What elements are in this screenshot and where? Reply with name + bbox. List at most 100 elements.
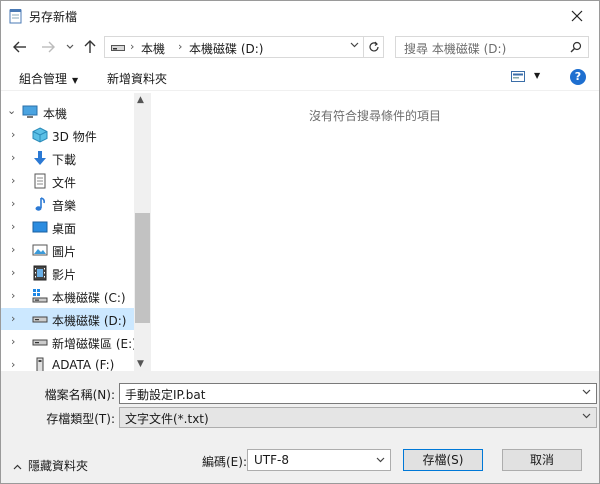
empty-message: 沒有符合搜尋條件的項目	[308, 109, 441, 123]
encoding-select[interactable]: UTF-8	[247, 449, 391, 471]
filetype-value: 文字文件(*.txt)	[125, 412, 209, 426]
filename-label: 檔案名稱(N):	[44, 388, 115, 402]
navigation-pane: ⌄ 本機 › 3D 物件 › 下載 › 文件 › 音樂 › 桌面 › 圖片 › …	[1, 93, 151, 371]
tree-item-downloads[interactable]: › 下載	[1, 147, 134, 169]
filename-value: 手動設定IP.bat	[125, 388, 206, 402]
scroll-up-icon[interactable]: ▲	[137, 95, 144, 105]
search-box[interactable]: 搜尋 本機磁碟 (D:)	[395, 36, 589, 58]
chevron-right-icon[interactable]: ›	[11, 197, 15, 210]
chevron-right-icon[interactable]: ›	[11, 128, 15, 141]
hide-folders-label: 隱藏資料夾	[28, 459, 89, 473]
organize-menu[interactable]: 組合管理 ▼	[19, 70, 78, 87]
tree-item-pictures[interactable]: › 圖片	[1, 239, 134, 261]
refresh-button[interactable]	[364, 36, 384, 58]
search-placeholder: 搜尋 本機磁碟 (D:)	[404, 42, 507, 56]
close-icon	[571, 10, 583, 22]
breadcrumb-this-pc[interactable]: 本機	[141, 40, 165, 57]
new-folder-button[interactable]: 新增資料夾	[107, 70, 167, 87]
scroll-down-icon[interactable]: ▼	[137, 359, 144, 369]
help-button[interactable]: ?	[570, 69, 586, 85]
back-button[interactable]	[11, 38, 29, 56]
chevron-down-icon[interactable]	[350, 42, 359, 48]
tree-label: 本機磁碟 (C:)	[52, 291, 126, 305]
chevron-right-icon[interactable]: ›	[11, 289, 15, 302]
navigation-bar: › 本機 › 本機磁碟 (D:) 搜尋 本機磁碟 (D:)	[1, 31, 599, 63]
drive-icon	[32, 316, 48, 323]
scrollbar-thumb[interactable]	[135, 213, 150, 323]
document-icon	[34, 173, 46, 189]
address-bar[interactable]: › 本機 › 本機磁碟 (D:)	[104, 36, 364, 58]
command-bar: 組合管理 ▼ 新增資料夾 ▼ ?	[1, 63, 599, 91]
chevron-right-icon[interactable]: ›	[11, 266, 15, 279]
3d-objects-icon	[32, 127, 48, 143]
window-title: 另存新檔	[29, 10, 78, 24]
encoding-value: UTF-8	[254, 453, 289, 467]
up-button[interactable]	[81, 38, 99, 56]
drive-icon	[111, 45, 125, 51]
encoding-label: 編碼(E):	[202, 455, 247, 469]
chevron-down-icon	[66, 44, 74, 49]
save-as-dialog: 另存新檔 › 本機 › 本機磁碟 (D:) 搜尋 本機磁碟 (D:) 組合管理 …	[0, 0, 600, 484]
chevron-right-icon[interactable]: ›	[11, 151, 15, 164]
chevron-down-icon	[582, 413, 591, 419]
tree-item-this-pc[interactable]: ⌄ 本機	[1, 101, 134, 123]
tree-item-3d-objects[interactable]: › 3D 物件	[1, 124, 134, 146]
tree-label: 3D 物件	[52, 130, 97, 144]
hide-folders-button[interactable]: 隱藏資料夾	[13, 457, 88, 474]
tree-label: 下載	[52, 153, 77, 167]
search-icon[interactable]	[570, 41, 582, 53]
tree-item-videos[interactable]: › 影片	[1, 262, 134, 284]
tree-label: 本機	[43, 107, 68, 121]
chevron-right-icon[interactable]: ›	[11, 312, 15, 325]
tree-label: 本機磁碟 (D:)	[52, 314, 127, 328]
breadcrumb-drive-d[interactable]: 本機磁碟 (D:)	[189, 40, 263, 57]
tree-label: 圖片	[52, 245, 77, 259]
save-options-panel: 檔案名稱(N): 手動設定IP.bat 存檔類型(T): 文字文件(*.txt)…	[1, 371, 599, 483]
tree-item-drive-f[interactable]: › ADATA (F:)	[1, 354, 134, 371]
cancel-button[interactable]: 取消	[502, 449, 582, 471]
video-icon	[33, 265, 47, 281]
tree-label: 桌面	[52, 222, 77, 236]
tree-label: 文件	[52, 176, 77, 190]
notepad-icon	[9, 9, 22, 24]
windows-drive-icon	[32, 289, 48, 303]
chevron-right-icon[interactable]: ›	[11, 358, 15, 371]
caret-down-icon[interactable]: ▼	[534, 71, 540, 80]
refresh-icon	[368, 41, 379, 52]
arrow-up-icon	[84, 40, 96, 53]
drive-icon	[32, 339, 48, 346]
tree-item-documents[interactable]: › 文件	[1, 170, 134, 192]
recent-locations-button[interactable]	[61, 38, 79, 56]
arrow-left-icon	[13, 41, 26, 53]
chevron-up-icon	[13, 464, 22, 470]
chevron-down-icon[interactable]	[582, 389, 591, 395]
tree-item-drive-e[interactable]: › 新增磁碟區 (E:)	[1, 331, 137, 353]
forward-button[interactable]	[39, 38, 57, 56]
chevron-down-icon	[376, 457, 385, 463]
chevron-right-icon[interactable]: ›	[11, 174, 15, 187]
chevron-right-icon[interactable]: ›	[11, 335, 15, 348]
breadcrumb-separator: ›	[178, 40, 183, 53]
navigation-scrollbar[interactable]: ▲ ▼	[134, 93, 151, 371]
tree-label: ADATA (F:)	[52, 358, 115, 371]
view-options-icon[interactable]	[511, 71, 525, 82]
chevron-down-icon[interactable]: ⌄	[7, 104, 16, 117]
breadcrumb-separator: ›	[130, 40, 135, 53]
tree-item-drive-c[interactable]: › 本機磁碟 (C:)	[1, 285, 134, 307]
chevron-right-icon[interactable]: ›	[11, 220, 15, 233]
filetype-select[interactable]: 文字文件(*.txt)	[119, 407, 597, 428]
filename-input[interactable]: 手動設定IP.bat	[119, 383, 597, 404]
usb-drive-icon	[36, 357, 44, 371]
tree-label: 新增磁碟區 (E:)	[52, 337, 137, 351]
arrow-right-icon	[42, 41, 55, 53]
file-list[interactable]: 沒有符合搜尋條件的項目	[151, 93, 599, 371]
tree-item-music[interactable]: › 音樂	[1, 193, 134, 215]
filetype-label: 存檔類型(T):	[46, 412, 115, 426]
picture-icon	[32, 244, 48, 256]
close-button[interactable]	[555, 1, 599, 31]
save-button[interactable]: 存檔(S)	[403, 449, 483, 471]
chevron-right-icon[interactable]: ›	[11, 243, 15, 256]
tree-item-desktop[interactable]: › 桌面	[1, 216, 134, 238]
tree-item-drive-d[interactable]: › 本機磁碟 (D:)	[1, 308, 134, 330]
download-icon	[34, 151, 46, 165]
